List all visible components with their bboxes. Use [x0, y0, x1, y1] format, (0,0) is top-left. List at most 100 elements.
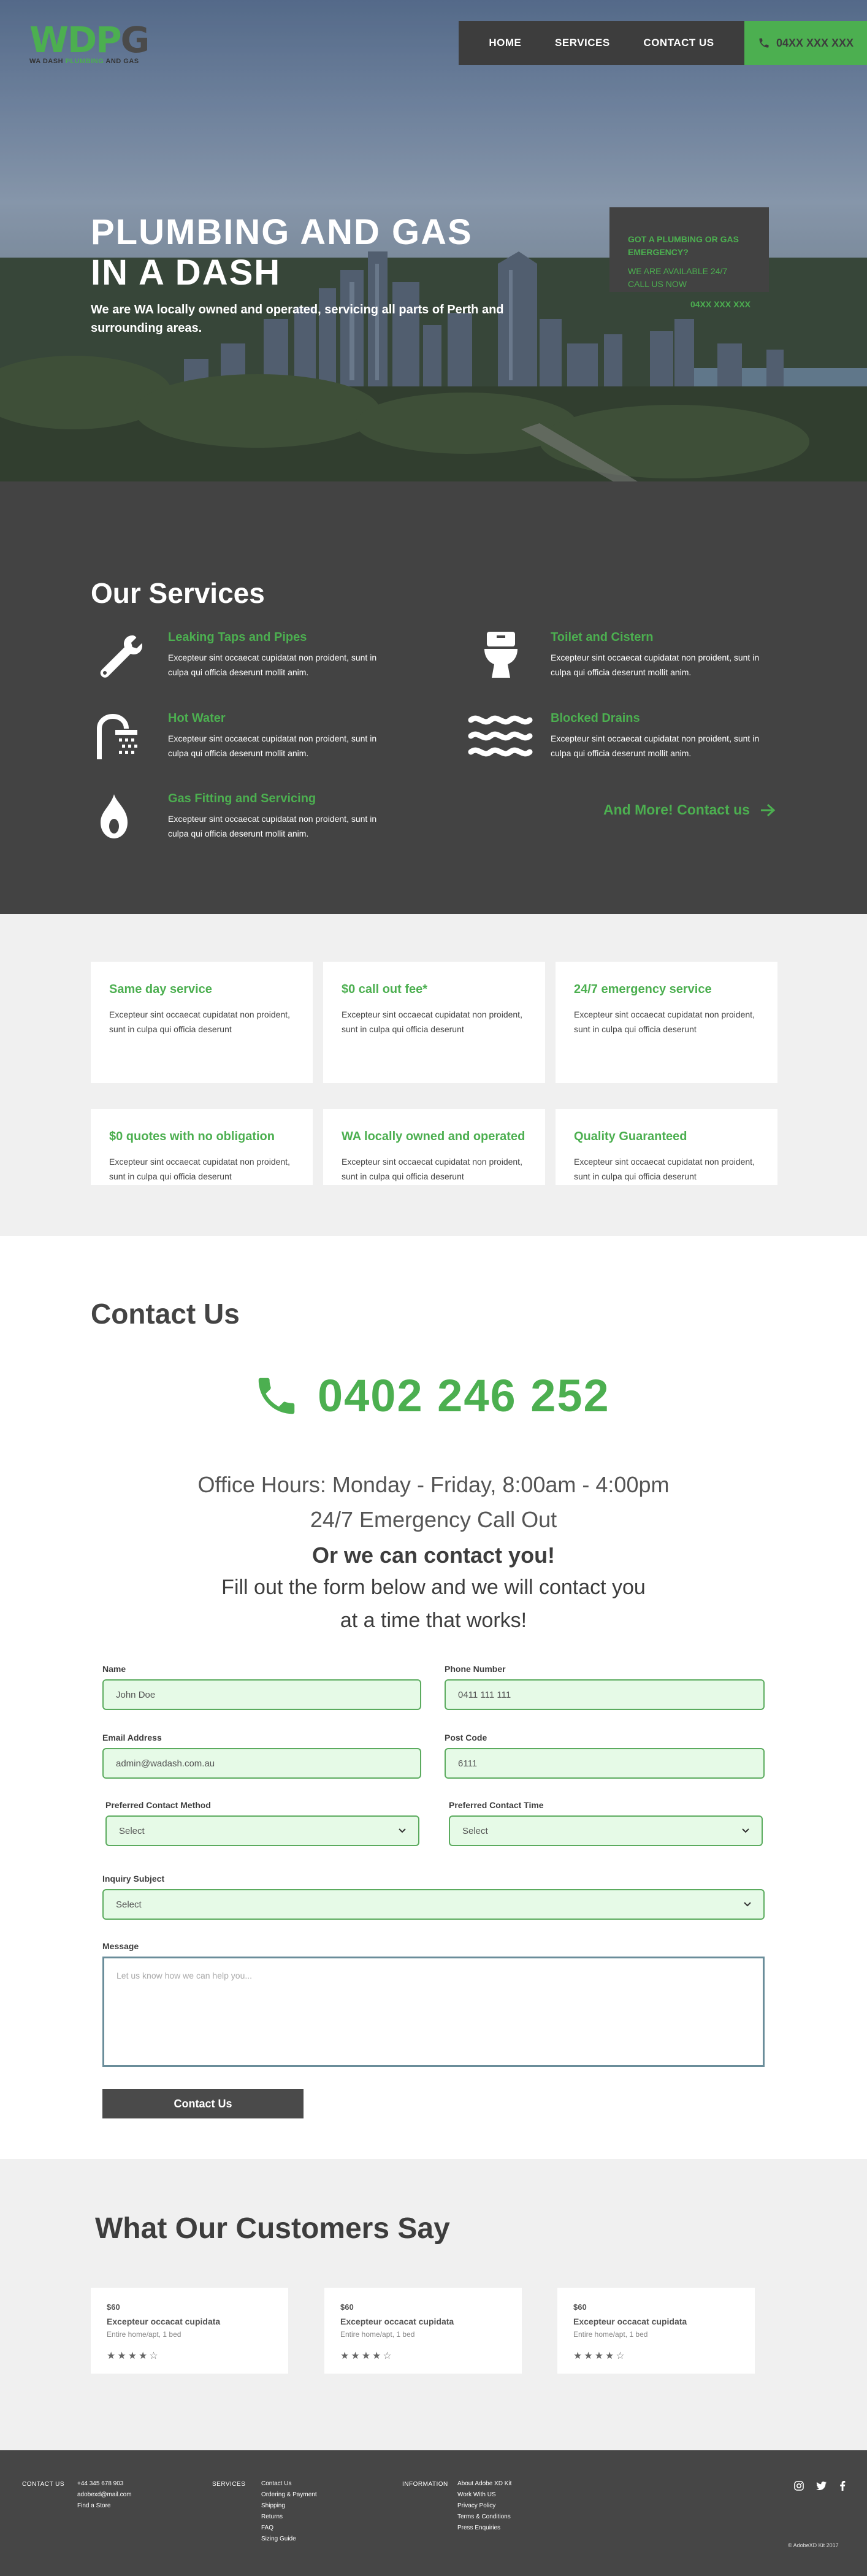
emergency-phone[interactable]: 04XX XXX XXX — [628, 299, 751, 309]
service-desc: Excepteur sint occaecat cupidatat non pr… — [168, 814, 377, 838]
footer-link[interactable]: Returns — [261, 2512, 317, 2523]
wrench-icon — [100, 635, 142, 678]
instagram-icon[interactable] — [794, 2481, 804, 2491]
contact-method-value: Select — [119, 1825, 145, 1836]
footer-contact-heading: CONTACT US — [22, 2481, 65, 2488]
contact-phone[interactable]: 0402 246 252 — [253, 1370, 610, 1422]
footer-link[interactable]: Work With US — [457, 2490, 511, 2501]
contact-time-select[interactable]: Select — [449, 1815, 763, 1846]
header-phone-button[interactable]: 04XX XXX XXX — [744, 21, 867, 65]
toilet-icon — [484, 632, 518, 678]
emergency-availability: WE ARE AVAILABLE 24/7 CALL US NOW — [628, 266, 728, 289]
hero-title-line2: IN A DASH — [91, 253, 281, 293]
emergency-callout: 24/7 Emergency Call Out — [310, 1507, 557, 1532]
name-label: Name — [102, 1664, 126, 1674]
postcode-field[interactable]: 6111 — [445, 1748, 765, 1779]
facebook-icon[interactable] — [839, 2481, 846, 2491]
footer-contact-list: +44 345 678 903 adobexd@mail.com Find a … — [77, 2478, 132, 2512]
nav-contact-us[interactable]: CONTACT US — [643, 37, 714, 49]
phone-label: Phone Number — [445, 1664, 506, 1674]
phone-icon — [258, 1378, 295, 1414]
footer-link[interactable]: Press Enquiries — [457, 2523, 511, 2534]
footer-services-heading: SERVICES — [212, 2481, 246, 2488]
submit-button[interactable]: Contact Us — [102, 2089, 304, 2118]
phone-field[interactable]: 0411 111 111 — [445, 1679, 765, 1710]
footer-link[interactable]: About Adobe XD Kit — [457, 2478, 511, 2490]
testimonials-section: What Our Customers Say $60 Excepteur occ… — [0, 2159, 867, 2450]
footer: CONTACT US +44 345 678 903 adobexd@mail.… — [0, 2450, 867, 2576]
logo-mark: WD — [29, 19, 97, 61]
footer-link[interactable]: +44 345 678 903 — [77, 2478, 132, 2490]
name-field[interactable]: John Doe — [102, 1679, 421, 1710]
feature-title: WA locally owned and operated — [342, 1130, 525, 1143]
contact-time-value: Select — [462, 1825, 488, 1836]
inquiry-subject-label: Inquiry Subject — [102, 1874, 165, 1884]
hero-section: WDPG WA DASH PLUMBING AND GAS HOME SERVI… — [0, 0, 867, 481]
nav-home[interactable]: HOME — [489, 37, 521, 49]
more-services-link[interactable]: And More! Contact us — [603, 802, 776, 818]
testimonial-sub: Entire home/apt, 1 bed — [340, 2330, 415, 2339]
copyright: © AdobeXD Kit 2017 — [788, 2542, 839, 2548]
testimonial-card[interactable]: $60 Excepteur occacat cupidata Entire ho… — [324, 2288, 522, 2374]
or-contact-heading: Or we can contact you! — [311, 1543, 556, 1568]
footer-link[interactable]: Privacy Policy — [457, 2501, 511, 2512]
footer-link[interactable]: Shipping — [261, 2501, 317, 2512]
message-textarea[interactable]: Let us know how we can help you... — [102, 1957, 765, 2067]
footer-link[interactable]: Ordering & Payment — [261, 2490, 317, 2501]
social-links — [794, 2481, 846, 2491]
contact-time-label: Preferred Contact Time — [449, 1800, 544, 1810]
hero-title: PLUMBING AND GAS IN A DASH — [91, 212, 520, 293]
shower-icon — [97, 713, 137, 759]
hero-title-line1: PLUMBING AND GAS — [91, 212, 473, 252]
footer-link[interactable]: adobexd@mail.com — [77, 2490, 132, 2501]
nav-services[interactable]: SERVICES — [555, 37, 610, 49]
footer-link[interactable]: FAQ — [261, 2523, 317, 2534]
inquiry-subject-value: Select — [116, 1899, 142, 1910]
email-field[interactable]: admin@wadash.com.au — [102, 1748, 421, 1779]
contact-section: Contact Us 0402 246 252 Office Hours: Mo… — [0, 1236, 867, 2159]
service-desc: Excepteur sint occaecat cupidatat non pr… — [551, 653, 760, 677]
feature-desc: Excepteur sint occaecat cupidatat non pr… — [342, 1010, 522, 1034]
logo-tag: WA DASH — [29, 58, 66, 65]
message-label: Message — [102, 1941, 139, 1951]
feature-title: Same day service — [109, 983, 212, 996]
footer-info-list: About Adobe XD Kit Work With US Privacy … — [457, 2478, 511, 2534]
contact-method-select[interactable]: Select — [105, 1815, 419, 1846]
office-hours: Office Hours: Monday - Friday, 8:00am - … — [197, 1472, 670, 1497]
feature-card: $0 quotes with no obligation Excepteur s… — [91, 1109, 313, 1185]
twitter-icon[interactable] — [816, 2481, 827, 2491]
feature-title: Quality Guaranteed — [574, 1130, 687, 1143]
logo-tag-end: AND GAS — [104, 58, 139, 65]
contact-phone-number: 0402 246 252 — [318, 1370, 610, 1421]
footer-link[interactable]: Contact Us — [261, 2478, 317, 2490]
footer-link[interactable]: Find a Store — [77, 2501, 132, 2512]
feature-title: 24/7 emergency service — [574, 983, 712, 996]
chevron-down-icon — [744, 1902, 751, 1907]
emergency-box: GOT A PLUMBING OR GAS EMERGENCY? WE ARE … — [609, 207, 769, 309]
feature-desc: Excepteur sint occaecat cupidatat non pr… — [109, 1010, 290, 1034]
service-title: Toilet and Cistern — [551, 631, 654, 644]
testimonial-sub: Entire home/apt, 1 bed — [573, 2330, 648, 2339]
inquiry-subject-select[interactable]: Select — [102, 1889, 765, 1920]
chevron-down-icon — [399, 1828, 406, 1833]
testimonial-title: Excepteur occacat cupidata — [340, 2317, 454, 2326]
footer-services-list: Contact Us Ordering & Payment Shipping R… — [261, 2478, 317, 2545]
footer-info-heading: INFORMATION — [402, 2481, 448, 2488]
feature-title: $0 quotes with no obligation — [109, 1130, 275, 1143]
logo-tag-accent: PLUMBING — [65, 58, 104, 65]
feature-desc: Excepteur sint occaecat cupidatat non pr… — [342, 1157, 522, 1181]
testimonial-price: $60 — [573, 2302, 587, 2312]
feature-desc: Excepteur sint occaecat cupidatat non pr… — [109, 1157, 290, 1181]
footer-link[interactable]: Sizing Guide — [261, 2534, 317, 2545]
testimonial-card[interactable]: $60 Excepteur occacat cupidata Entire ho… — [557, 2288, 755, 2374]
logo-mark-end: G — [120, 19, 150, 61]
features-section: Same day service Excepteur sint occaecat… — [0, 914, 867, 1236]
hero-subtitle: We are WA locally owned and operated, se… — [91, 303, 504, 335]
logo[interactable]: WDPG WA DASH PLUMBING AND GAS — [29, 22, 177, 66]
testimonial-card[interactable]: $60 Excepteur occacat cupidata Entire ho… — [91, 2288, 288, 2374]
phone-icon — [759, 38, 769, 48]
postcode-label: Post Code — [445, 1733, 487, 1742]
logo-mark-accent: P — [96, 19, 121, 61]
star-rating: ★★★★☆ — [340, 2351, 394, 2361]
footer-link[interactable]: Terms & Conditions — [457, 2512, 511, 2523]
